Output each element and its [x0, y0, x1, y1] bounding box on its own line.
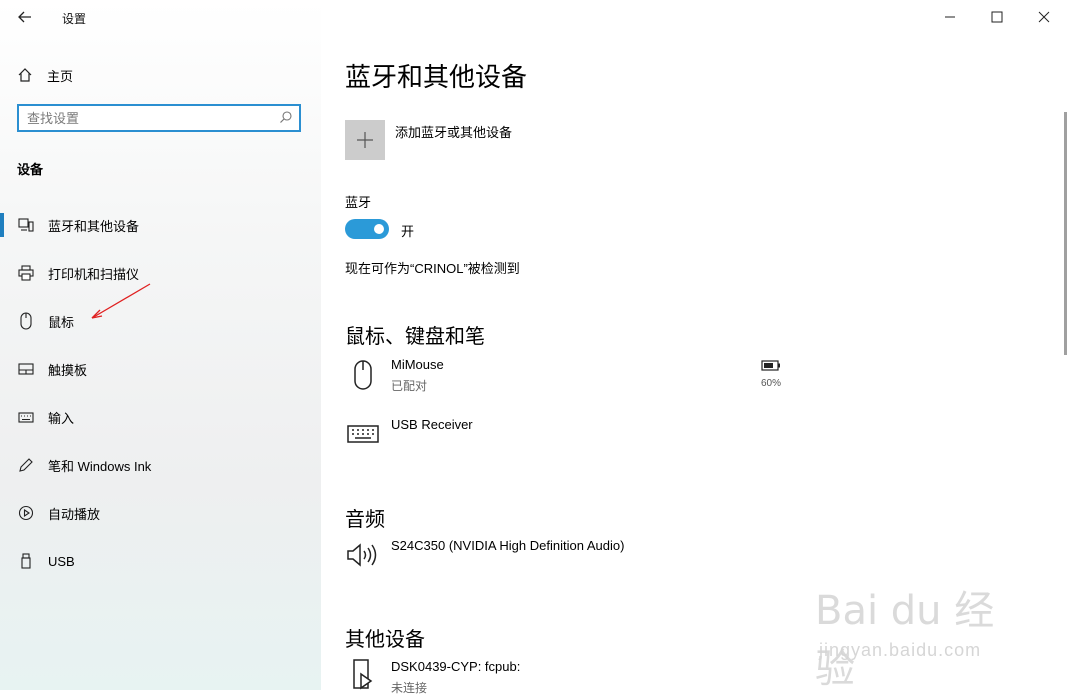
window-title: 设置 [62, 12, 87, 26]
maximize-button[interactable] [974, 4, 1020, 30]
home-nav-item[interactable]: 主页 [17, 64, 73, 86]
section-title: 设备 [17, 162, 44, 177]
mouse-icon [17, 312, 35, 330]
other-devices-heading: 其他设备 [345, 629, 425, 651]
red-annotation-arrow [91, 283, 151, 319]
sidebar-item-label: 笔和 Windows Ink [48, 458, 152, 474]
watermark-logo-text: Bai du 经验 [815, 588, 995, 692]
sidebar-item-label: 输入 [48, 410, 75, 426]
search-icon[interactable] [279, 110, 293, 124]
input-devices-heading: 鼠标、键盘和笔 [345, 326, 485, 348]
scrollbar-thumb[interactable] [1064, 112, 1067, 355]
close-icon [1038, 11, 1050, 23]
plus-icon [357, 132, 373, 148]
speaker-icon[interactable] [345, 537, 381, 573]
autoplay-icon [17, 504, 35, 522]
sidebar-item-label: 鼠标 [48, 314, 75, 330]
minimize-button[interactable] [927, 4, 973, 30]
home-icon [18, 68, 32, 82]
media-device-icon[interactable] [345, 656, 381, 692]
bluetooth-devices-icon [17, 216, 35, 234]
bluetooth-toggle[interactable] [345, 219, 389, 239]
keyboard-icon[interactable] [345, 416, 381, 452]
device-status: 已配对 [391, 379, 428, 393]
pen-icon [17, 456, 35, 474]
sidebar-item-label: 打印机和扫描仪 [48, 266, 140, 282]
watermark-url: jingyan.baidu.com [819, 640, 982, 660]
discoverable-text: 现在可作为“CRINOL”被检测到 [345, 261, 520, 276]
touchpad-icon [17, 360, 35, 378]
audio-heading: 音频 [345, 509, 385, 531]
page-title: 蓝牙和其他设备 [345, 62, 528, 92]
home-label: 主页 [47, 68, 74, 84]
close-button[interactable] [1021, 4, 1067, 30]
sidebar-item-label: 蓝牙和其他设备 [48, 218, 140, 234]
bluetooth-label: 蓝牙 [345, 195, 372, 210]
sidebar-item-pen[interactable]: 笔和 Windows Ink [0, 445, 321, 485]
mouse-icon[interactable] [345, 357, 381, 393]
printer-icon [17, 264, 35, 282]
back-arrow-icon [18, 11, 31, 23]
device-name[interactable]: MiMouse [391, 357, 444, 372]
sidebar-item-label: 自动播放 [48, 506, 101, 522]
active-indicator [0, 213, 4, 237]
device-status: 未连接 [391, 681, 428, 695]
sidebar-item-usb[interactable]: USB [0, 541, 321, 581]
settings-sidebar: 设置 主页 设备 蓝牙和其他设备 打印机和扫描仪 鼠标 触摸板 [0, 0, 321, 690]
add-device-label[interactable]: 添加蓝牙或其他设备 [395, 122, 512, 141]
sidebar-item-mouse[interactable]: 鼠标 [0, 301, 321, 341]
sidebar-item-autoplay[interactable]: 自动播放 [0, 493, 321, 533]
back-button[interactable] [10, 4, 40, 30]
device-name[interactable]: DSK0439-CYP: fcpub: [391, 659, 520, 674]
search-input[interactable] [27, 109, 277, 127]
bluetooth-state-text: 开 [401, 224, 415, 239]
device-name[interactable]: S24C350 (NVIDIA High Definition Audio) [391, 538, 624, 553]
sidebar-item-label: USB [48, 553, 75, 569]
sidebar-item-typing[interactable]: 输入 [0, 397, 321, 437]
sidebar-item-label: 触摸板 [48, 362, 88, 378]
minimize-icon [945, 16, 955, 18]
sidebar-item-printers[interactable]: 打印机和扫描仪 [0, 253, 321, 293]
toggle-knob [374, 224, 384, 234]
usb-icon [17, 552, 35, 570]
battery-percent: 60% [760, 378, 781, 389]
sidebar-item-bluetooth[interactable]: 蓝牙和其他设备 [0, 205, 321, 245]
search-box[interactable] [17, 104, 301, 132]
maximize-icon [991, 11, 1003, 23]
baidu-jingyan-watermark: Bai du 经验 jingyan.baidu.com [815, 578, 1015, 692]
battery-indicator: 60% [759, 358, 783, 389]
sidebar-item-touchpad[interactable]: 触摸板 [0, 349, 321, 389]
battery-icon [761, 360, 780, 371]
keyboard-icon [17, 408, 35, 426]
add-device-button[interactable] [345, 120, 385, 160]
device-name[interactable]: USB Receiver [391, 417, 473, 432]
